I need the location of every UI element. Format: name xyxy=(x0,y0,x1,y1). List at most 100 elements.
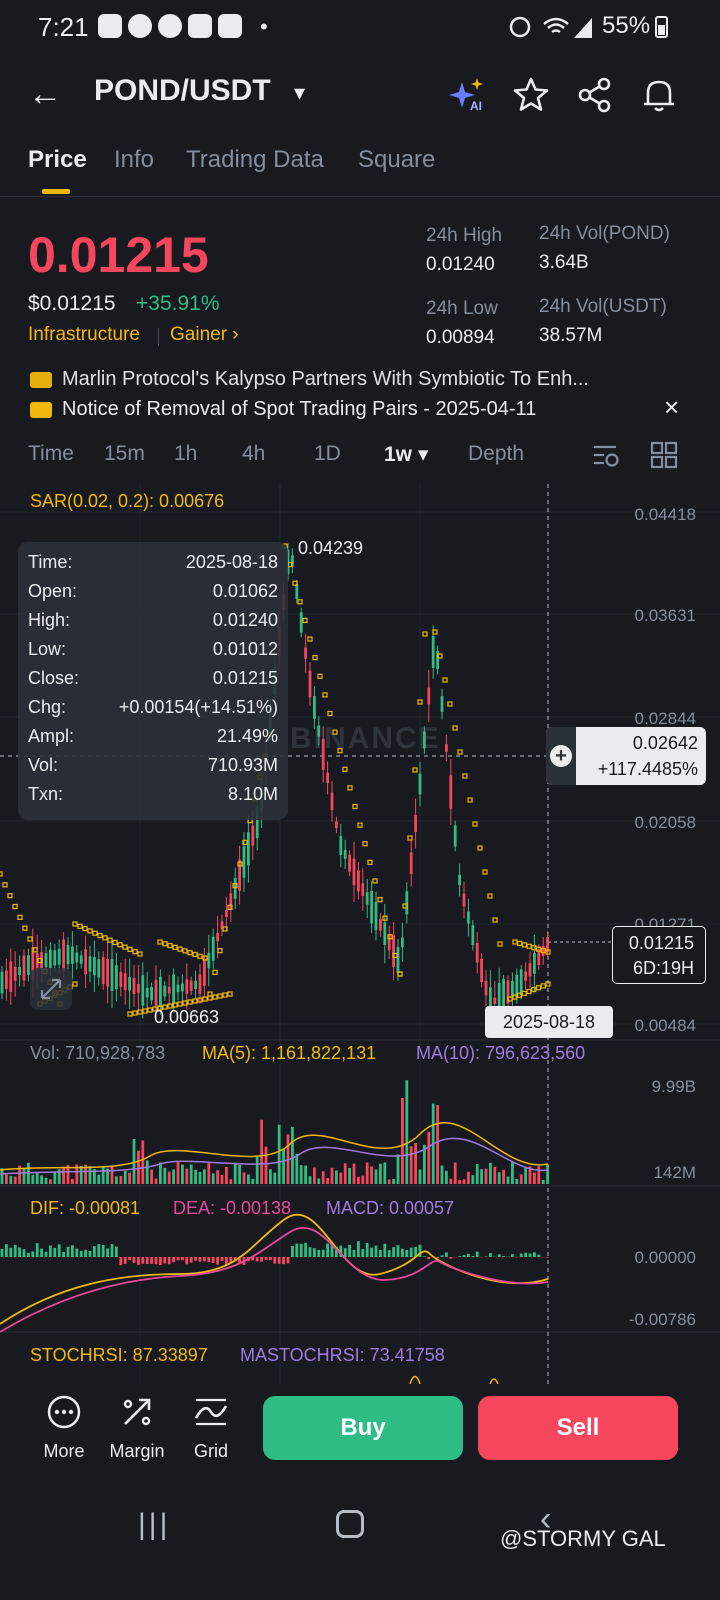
add-order-button[interactable]: + xyxy=(546,727,576,785)
sar-dot xyxy=(367,859,373,865)
high-marker-label: 0.04239 xyxy=(298,538,364,558)
sar-dot xyxy=(487,893,493,899)
candle-body xyxy=(225,910,228,918)
volume-bar xyxy=(62,1166,65,1184)
macd-bar xyxy=(458,1256,461,1257)
macd-bar xyxy=(326,1243,329,1257)
low-marker-label: 0.00663 xyxy=(154,1007,220,1027)
sell-button[interactable]: Sell xyxy=(478,1396,678,1460)
volume-bar xyxy=(269,1169,272,1184)
interval-1h[interactable]: 1h xyxy=(174,442,197,466)
volume-bar xyxy=(185,1168,189,1184)
expand-icon[interactable] xyxy=(30,968,72,1010)
tab-price[interactable]: Price xyxy=(28,146,87,174)
more-button[interactable]: More xyxy=(29,1394,99,1462)
sar-dot xyxy=(2,882,8,888)
alarm-icon xyxy=(509,16,531,38)
macd-bar xyxy=(150,1257,153,1264)
sar-dot xyxy=(192,951,198,958)
megaphone-icon xyxy=(30,371,52,388)
volume-bar xyxy=(203,1169,206,1184)
sar-dot xyxy=(202,955,208,961)
macd-histogram xyxy=(0,1241,549,1266)
candle-body xyxy=(106,959,109,987)
interval-1d[interactable]: 1D xyxy=(314,442,341,466)
sar-dot xyxy=(526,943,532,949)
sar-dot xyxy=(512,994,518,1000)
close-icon[interactable]: × xyxy=(664,392,679,423)
sar-dot xyxy=(212,969,218,975)
candle-body xyxy=(352,858,356,886)
macd-bar xyxy=(163,1257,167,1264)
volume-bar xyxy=(198,1171,202,1184)
tooltip-row: High: 0.01240 xyxy=(28,610,278,630)
caret-down-icon[interactable]: ▾ xyxy=(294,80,305,106)
bell-icon[interactable] xyxy=(640,76,678,114)
layout-grid-icon[interactable] xyxy=(650,441,678,469)
tooltip-row: Low: 0.01012 xyxy=(28,639,278,659)
tab-info[interactable]: Info xyxy=(114,146,154,174)
interval-1w[interactable]: 1w ▾ xyxy=(384,442,428,467)
share-icon[interactable] xyxy=(576,76,614,114)
buy-button[interactable]: Buy xyxy=(263,1396,463,1460)
volume-bar xyxy=(251,1178,255,1184)
candle-countdown: 6D:19H xyxy=(632,958,694,978)
sar-dot xyxy=(452,725,458,731)
tab-square[interactable]: Square xyxy=(358,146,435,174)
volume-bar xyxy=(409,1146,413,1184)
candle-body xyxy=(361,883,365,896)
tab-trading-data[interactable]: Trading Data xyxy=(186,146,324,174)
candle-body xyxy=(541,945,545,956)
macd-bar xyxy=(110,1244,114,1257)
candle-body xyxy=(9,961,13,993)
youtube-notification-icon xyxy=(218,14,242,38)
volume-bar xyxy=(502,1169,505,1184)
sar-dot xyxy=(77,923,83,929)
pair-title[interactable]: POND/USDT xyxy=(94,74,271,108)
grid-label: Grid xyxy=(193,1441,228,1461)
volume-bar xyxy=(533,1172,536,1184)
sar-dot xyxy=(307,636,313,642)
ai-sparkle-icon[interactable]: AI xyxy=(448,76,486,114)
macd-bar xyxy=(119,1257,123,1266)
nav-home-button[interactable] xyxy=(336,1510,364,1538)
app-notification-icon xyxy=(158,14,182,38)
margin-button[interactable]: Margin xyxy=(102,1394,172,1462)
volume-bar xyxy=(330,1167,334,1184)
grid-button[interactable]: Grid xyxy=(176,1394,246,1462)
macd-axis-label: -0.00786 xyxy=(628,1310,696,1329)
interval-4h[interactable]: 4h xyxy=(242,442,265,466)
news-item[interactable]: Notice of Removal of Spot Trading Pairs … xyxy=(30,398,536,420)
price-axis-label: 0.00484 xyxy=(634,1016,696,1035)
star-icon[interactable] xyxy=(512,76,550,114)
interval-15m[interactable]: 15m xyxy=(104,442,145,466)
candle-body xyxy=(159,976,162,1008)
candle-body xyxy=(418,773,422,795)
macd-bar xyxy=(220,1257,224,1261)
price-axis-label: 0.02844 xyxy=(634,709,696,728)
volume-bar xyxy=(519,1174,523,1184)
back-icon[interactable]: ← xyxy=(28,74,64,114)
news-item[interactable]: Marlin Protocol's Kalypso Partners With … xyxy=(30,370,589,391)
volume-bar xyxy=(480,1169,483,1184)
news-ticker[interactable]: Marlin Protocol's Kalypso Partners With … xyxy=(0,370,720,420)
interval-depth[interactable]: Depth xyxy=(468,442,524,466)
macd-bar xyxy=(93,1246,96,1257)
volume-bar xyxy=(361,1175,365,1184)
stat-label-24h-vol-pond: 24h Vol(POND) xyxy=(539,223,670,244)
volume-bar xyxy=(299,1165,303,1184)
macd-dif-line xyxy=(0,1213,549,1325)
tag-infrastructure[interactable]: Infrastructure xyxy=(28,324,140,346)
interval-time[interactable]: Time xyxy=(28,442,74,466)
macd-bar xyxy=(471,1256,475,1257)
candle-body xyxy=(475,942,479,963)
last-price-axis: 0.01215 xyxy=(628,933,694,953)
macd-bar xyxy=(167,1257,171,1265)
indicator-settings-icon[interactable] xyxy=(592,441,622,469)
nav-recents-button[interactable]: ||| xyxy=(138,1508,170,1542)
tag-gainer[interactable]: Gainer › xyxy=(170,324,239,346)
youtube-notification-icon xyxy=(98,14,122,38)
crosshair-price: 0.02642 xyxy=(632,733,698,753)
macd-bar xyxy=(379,1249,382,1257)
more-label: More xyxy=(43,1441,85,1461)
